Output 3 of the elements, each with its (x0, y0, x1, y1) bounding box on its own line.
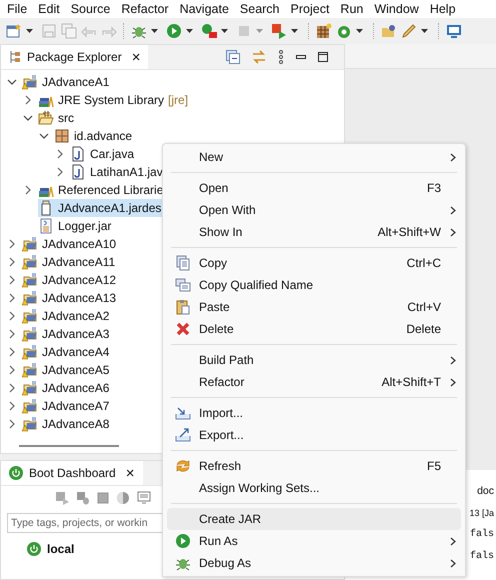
console-text: fals (470, 528, 494, 542)
console-text: fals (470, 550, 494, 564)
console-text: 13 [Ja (469, 507, 494, 520)
